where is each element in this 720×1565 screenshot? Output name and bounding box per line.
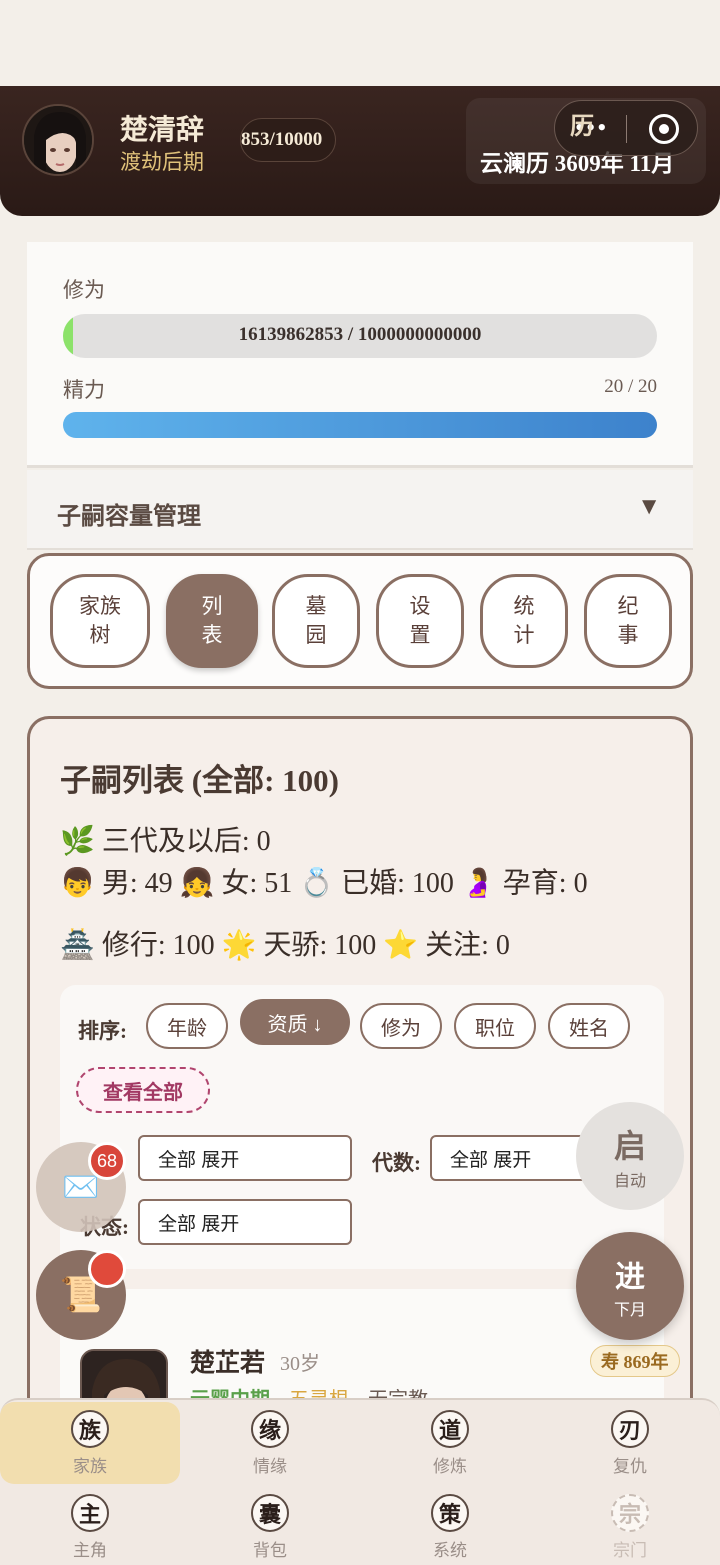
player-name: 楚清辞 <box>120 115 205 146</box>
energy-progress-bar <box>63 412 657 438</box>
tab-statistics[interactable]: 统 计 <box>480 574 568 668</box>
xiuwei-label: 修为 <box>63 278 105 302</box>
view-all-button[interactable]: 查看全部 <box>76 1067 210 1113</box>
nav-romance[interactable]: 缘 情缘 <box>180 1402 360 1484</box>
sort-position-button[interactable]: 职位 <box>454 1003 536 1049</box>
next-glyph: 进 <box>615 1261 645 1294</box>
nav-bag[interactable]: 囊 背包 <box>180 1486 360 1565</box>
family-tabs: 家族 树 列 表 墓 园 设 置 统 计 纪 事 <box>27 553 693 689</box>
list-title: 子嗣列表 (全部: 100) <box>60 763 339 798</box>
sort-aptitude-button[interactable]: 资质 ↓ <box>240 999 350 1045</box>
nav-revenge[interactable]: 刃 复仇 <box>540 1402 720 1484</box>
status-select[interactable]: 全部 展开 <box>138 1199 352 1245</box>
filter-select-1[interactable]: 全部 展开 <box>138 1135 352 1181</box>
lifespan-badge: 寿 869年 <box>590 1345 680 1377</box>
generation-label: 代数: <box>372 1151 421 1175</box>
tab-list[interactable]: 列 表 <box>166 574 258 668</box>
sort-label: 排序: <box>78 1019 127 1043</box>
nav-label: 系统 <box>433 1540 467 1560</box>
cultivation-stats-line: 🏯 修行: 100 🌟 天骄: 100 ⭐ 关注: 0 <box>60 930 510 961</box>
nav-sect[interactable]: 宗 宗门 <box>540 1486 720 1565</box>
auto-button[interactable]: 启 自动 <box>576 1102 684 1210</box>
tab-settings[interactable]: 设 置 <box>376 574 464 668</box>
energy-label: 精力 <box>63 378 105 402</box>
descendant-age: 30岁 <box>280 1353 320 1375</box>
sort-cultivation-button[interactable]: 修为 <box>360 1003 442 1049</box>
protagonist-icon: 主 <box>71 1493 109 1532</box>
next-month-button[interactable]: 进 下月 <box>576 1232 684 1340</box>
auto-glyph: 启 <box>613 1128 646 1164</box>
descendant-name: 楚芷若 <box>190 1350 266 1377</box>
gender-marriage-stats: 👦 男: 49 👧 女: 51 💍 已婚: 100 🤰 孕育: 0 <box>60 868 588 899</box>
energy-value: 20 / 20 <box>604 376 657 397</box>
generation-stat: 🌿 三代及以后: 0 <box>60 826 271 857</box>
close-target-icon[interactable] <box>649 114 679 144</box>
romance-icon: 缘 <box>251 1409 289 1448</box>
player-avatar[interactable] <box>22 104 94 176</box>
xiuwei-progress-bar: 16139862853 / 1000000000000 <box>63 314 657 358</box>
nav-label: 背包 <box>253 1540 287 1560</box>
energy-progress-fill <box>63 412 657 438</box>
player-realm: 渡劫后期 <box>120 150 204 174</box>
cultivate-icon: 道 <box>431 1409 469 1448</box>
capacity-management-header[interactable]: 子嗣容量管理 ▼ <box>27 470 693 550</box>
next-label: 下月 <box>613 1302 646 1319</box>
sect-icon: 宗 <box>611 1493 649 1532</box>
nav-label: 主角 <box>73 1540 107 1560</box>
bottom-navigation: 族 家族 缘 情缘 道 修炼 刃 复仇 主 主角 囊 背包 策 系统 宗 宗门 <box>0 1398 720 1565</box>
nav-family[interactable]: 族 家族 <box>0 1402 180 1484</box>
bag-icon: 囊 <box>251 1493 289 1532</box>
nav-cultivate[interactable]: 道 修炼 <box>360 1402 540 1484</box>
top-header: 楚清辞 渡劫后期 853/10000 云澜历 3609年 11月 ••• 历 <box>0 86 720 216</box>
sort-filter-panel: 排序: 年龄 资质 ↓ 修为 职位 姓名 查看全部 全部 展开 代数: 全部 展… <box>60 985 664 1269</box>
cultivation-stats: 修为 16139862853 / 1000000000000 精力 20 / 2… <box>27 242 693 468</box>
sort-age-button[interactable]: 年龄 <box>146 1003 228 1049</box>
family-icon: 族 <box>71 1409 109 1448</box>
descendants-list-card: 子嗣列表 (全部: 100) 🌿 三代及以后: 0 👦 男: 49 👧 女: 5… <box>27 716 693 1436</box>
nav-protagonist[interactable]: 主 主角 <box>0 1486 180 1565</box>
capsule-divider <box>626 115 627 143</box>
tab-family-tree[interactable]: 家族 树 <box>50 574 150 668</box>
capacity-title: 子嗣容量管理 <box>57 504 201 530</box>
nav-system[interactable]: 策 系统 <box>360 1486 540 1565</box>
mail-count-badge: 68 <box>88 1142 126 1180</box>
nav-label: 复仇 <box>613 1456 647 1476</box>
calendar-icon[interactable]: 历 <box>570 106 594 141</box>
exp-counter: 853/10000 <box>240 118 336 162</box>
nav-label: 宗门 <box>613 1540 647 1560</box>
nav-label: 修炼 <box>433 1456 467 1476</box>
sort-name-button[interactable]: 姓名 <box>548 1003 630 1049</box>
tab-cemetery[interactable]: 墓 园 <box>272 574 360 668</box>
chevron-down-icon[interactable]: ▼ <box>637 494 661 521</box>
notification-dot <box>88 1250 126 1288</box>
tab-chronicle[interactable]: 纪 事 <box>584 574 672 668</box>
nav-label: 家族 <box>73 1456 107 1476</box>
xiuwei-value: 16139862853 / 1000000000000 <box>238 324 482 345</box>
auto-label: 自动 <box>613 1173 646 1190</box>
system-icon: 策 <box>431 1493 469 1532</box>
revenge-icon: 刃 <box>611 1409 649 1448</box>
nav-label: 情缘 <box>253 1456 287 1476</box>
